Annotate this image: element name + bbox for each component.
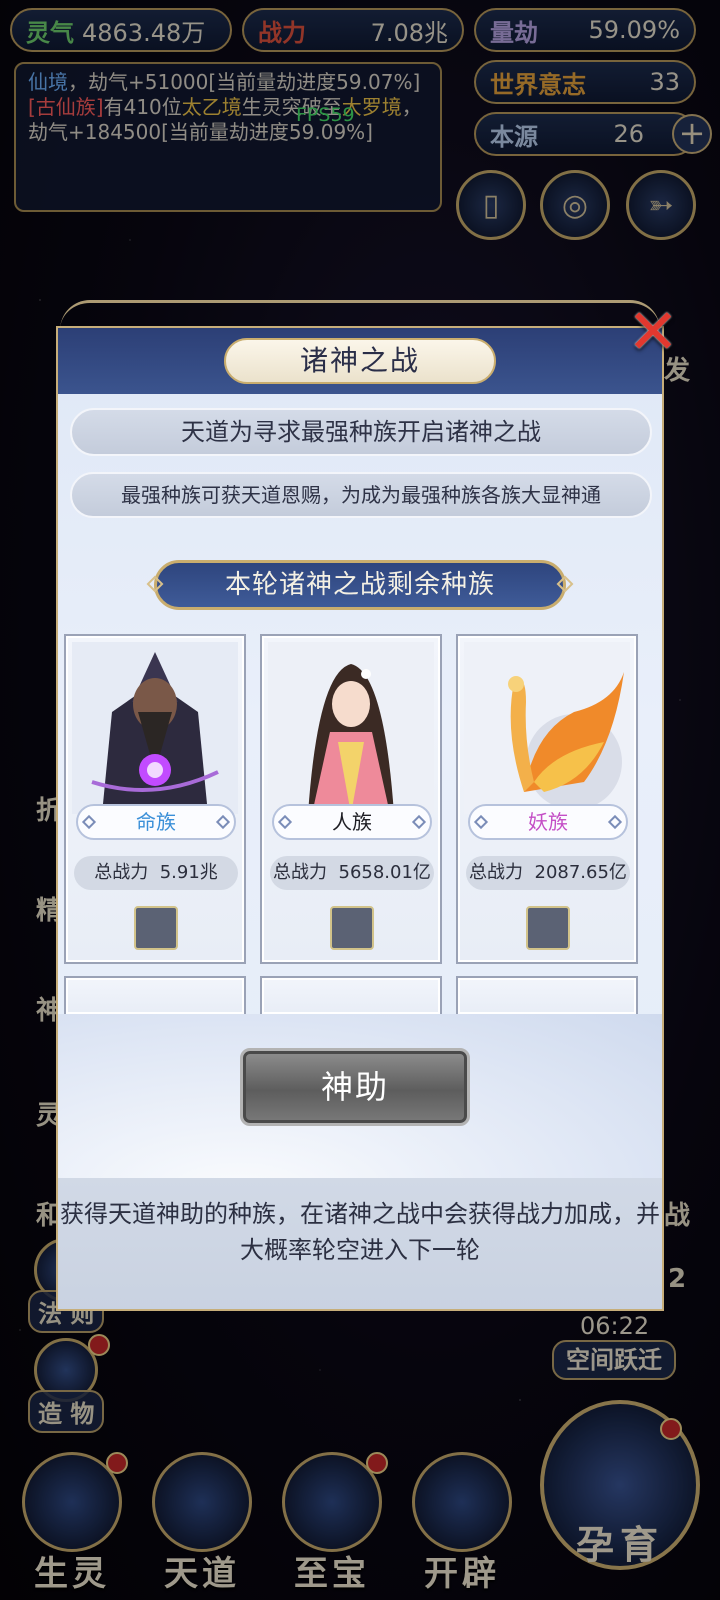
- divine-help-description: 获得天道神助的种族，在诸神之战中会获得战力加成，并大概率轮空进入下一轮: [58, 1178, 662, 1309]
- race-name-ming: 命族: [76, 804, 236, 840]
- race-name-yao: 妖族: [468, 804, 628, 840]
- race-power-ren: 总战力 5658.01亿: [270, 856, 434, 890]
- power-label: 总战力: [273, 862, 328, 883]
- power-value: 5658.01亿: [338, 862, 431, 883]
- name-ornament-left: [473, 814, 489, 830]
- remaining-races-label: 本轮诸神之战剩余种族: [224, 570, 495, 600]
- power-value: 5.91兆: [159, 862, 218, 883]
- ren-race-portrait: [268, 642, 434, 814]
- name-ornament-right: [607, 814, 623, 830]
- ornament-diamond-left: [146, 575, 164, 593]
- divine-help-button[interactable]: 神助: [240, 1048, 470, 1126]
- select-yao-checkbox[interactable]: [526, 906, 570, 950]
- reward-banner: 最强种族可获天道恩赐，为成为最强种族各族大显神通: [70, 472, 652, 518]
- race-card-peek-3[interactable]: [456, 976, 638, 1014]
- race-card-ming[interactable]: 命族 总战力 5.91兆: [64, 634, 246, 964]
- select-ren-checkbox[interactable]: [330, 906, 374, 950]
- close-icon[interactable]: ✕: [620, 301, 686, 368]
- race-grid[interactable]: 命族 总战力 5.91兆 人族 总战力 5658.01亿 妖族 总战力 2087…: [64, 634, 660, 1014]
- race-card-peek-2[interactable]: [260, 976, 442, 1014]
- race-name-yao-text: 妖族: [528, 810, 568, 834]
- ornament-diamond-right: [556, 575, 574, 593]
- race-card-ren[interactable]: 人族 总战力 5658.01亿: [260, 634, 442, 964]
- power-label: 总战力: [94, 862, 149, 883]
- name-ornament-right: [215, 814, 231, 830]
- battle-of-gods-dialog: 诸神之战 天道为寻求最强种族开启诸神之战 最强种族可获天道恩赐，为成为最强种族各…: [56, 326, 664, 1311]
- yao-race-portrait: [464, 642, 630, 814]
- remaining-races-title: 本轮诸神之战剩余种族: [146, 560, 574, 610]
- intro-banner: 天道为寻求最强种族开启诸神之战: [70, 408, 652, 456]
- race-name-ren-text: 人族: [332, 810, 372, 834]
- select-ming-checkbox[interactable]: [134, 906, 178, 950]
- name-ornament-right: [411, 814, 427, 830]
- race-name-ren: 人族: [272, 804, 432, 840]
- power-value: 2087.65亿: [534, 862, 627, 883]
- race-card-yao[interactable]: 妖族 总战力 2087.65亿: [456, 634, 638, 964]
- race-name-ming-text: 命族: [136, 810, 176, 834]
- race-power-yao: 总战力 2087.65亿: [466, 856, 630, 890]
- ming-race-portrait: [72, 642, 238, 814]
- power-label: 总战力: [469, 862, 524, 883]
- race-power-ming: 总战力 5.91兆: [74, 856, 238, 890]
- name-ornament-left: [81, 814, 97, 830]
- dialog-title: 诸神之战: [224, 338, 496, 384]
- name-ornament-left: [277, 814, 293, 830]
- race-card-peek-1[interactable]: [64, 976, 246, 1014]
